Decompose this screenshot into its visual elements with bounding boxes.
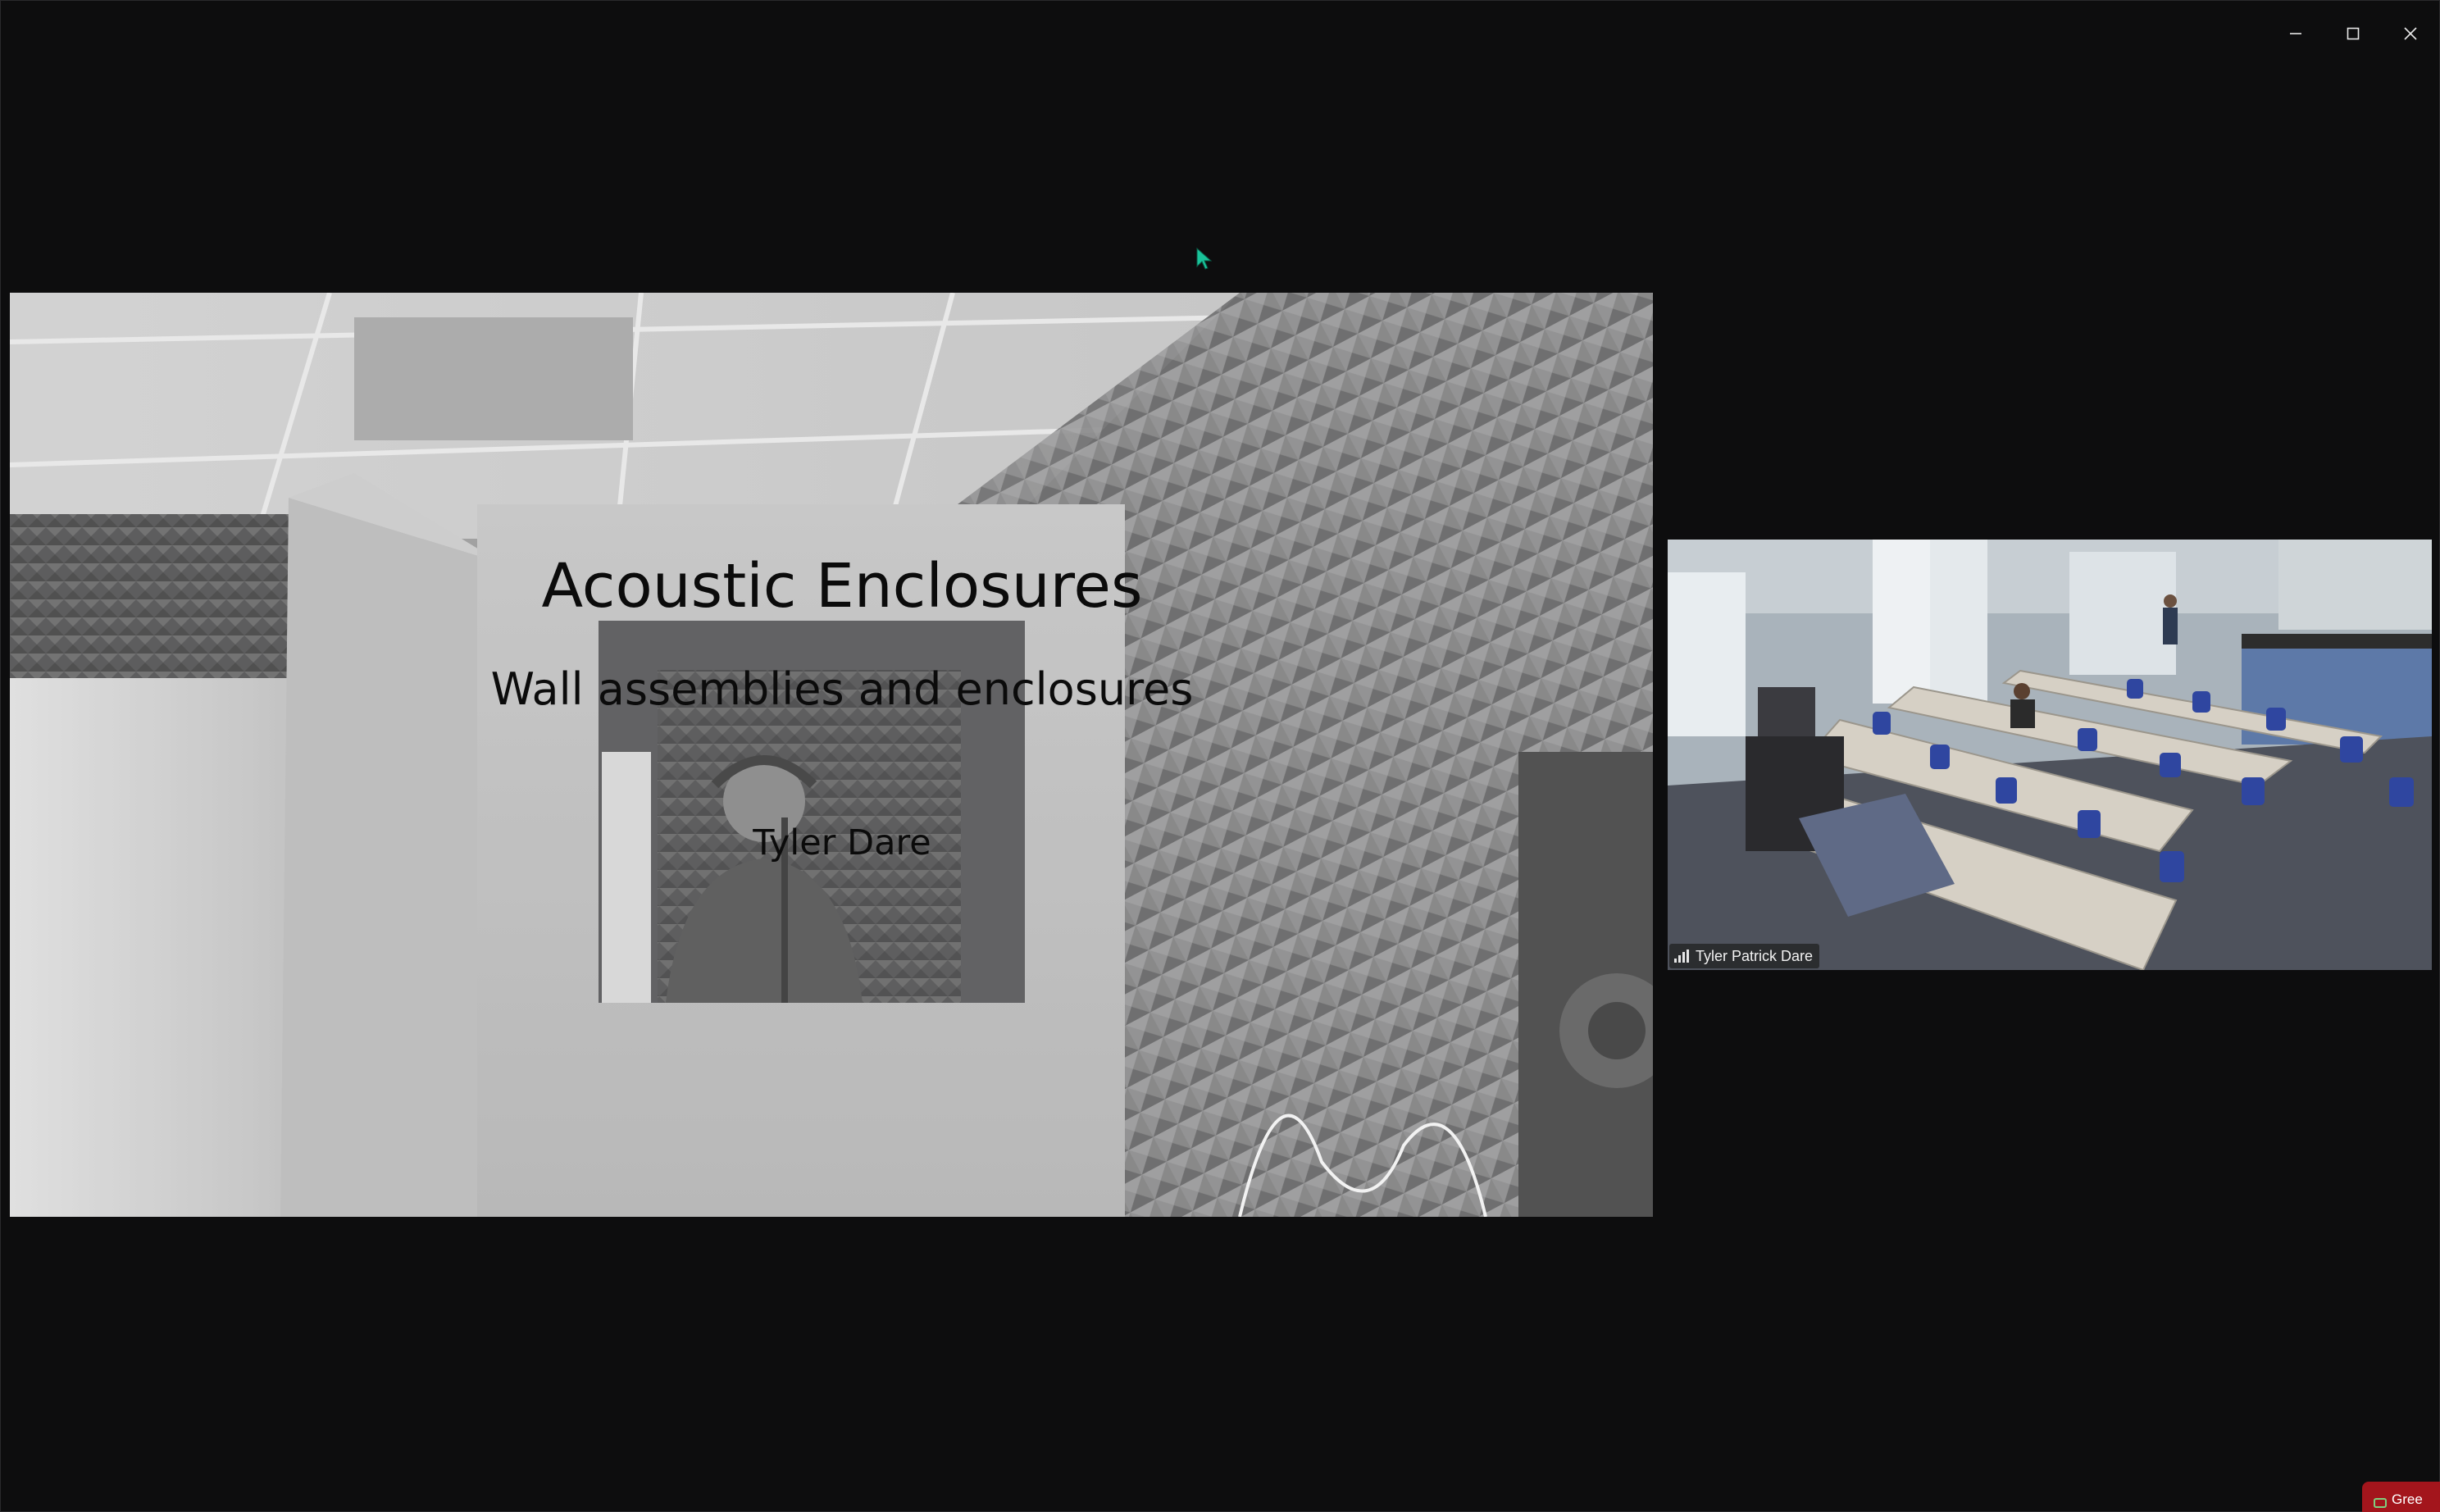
close-icon (2404, 27, 2417, 40)
close-button[interactable] (2382, 1, 2439, 66)
slide-author: Tyler Dare (753, 822, 931, 863)
window-controls (2267, 1, 2439, 66)
meeting-window: Acoustic Enclosures Wall assemblies and … (0, 0, 2440, 1512)
maximize-icon (2347, 27, 2360, 40)
maximize-button[interactable] (2324, 1, 2382, 66)
slide-subtitle: Wall assemblies and enclosures (490, 663, 1194, 715)
signal-strength-icon (1674, 950, 1689, 963)
minimize-icon (2290, 33, 2301, 34)
minimize-button[interactable] (2267, 1, 2324, 66)
participant-name: Tyler Patrick Dare (1696, 947, 1814, 964)
participant-video-tile[interactable]: Tyler Patrick Dare (1668, 540, 2432, 970)
corner-badge-label: Gree (2392, 1492, 2423, 1507)
classroom-video-feed (1668, 540, 2432, 970)
mouse-cursor-icon (1196, 247, 1213, 270)
corner-notification-badge[interactable]: Gree (2362, 1482, 2440, 1512)
slide-background-image (10, 293, 1653, 1217)
chat-icon (2374, 1498, 2387, 1508)
shared-screen-slide: Acoustic Enclosures Wall assemblies and … (10, 293, 1653, 1217)
slide-title: Acoustic Enclosures (541, 551, 1143, 622)
participant-name-tag: Tyler Patrick Dare (1669, 944, 1820, 968)
